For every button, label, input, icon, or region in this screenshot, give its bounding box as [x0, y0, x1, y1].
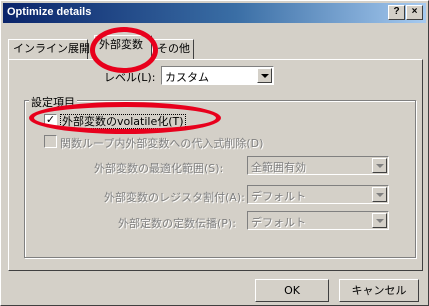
- check-icon: ✓: [45, 113, 56, 126]
- tab-others-label: その他: [157, 42, 190, 55]
- register-alloc-label: 外部変数のレジスタ割付(A):: [104, 191, 245, 204]
- level-dropdown-button[interactable]: [257, 68, 272, 83]
- register-alloc-dropdown-button[interactable]: [372, 187, 387, 202]
- const-propagation-value: デフォルト: [251, 216, 306, 229]
- cancel-button[interactable]: キャンセル: [339, 279, 419, 302]
- chevron-down-icon: [376, 164, 384, 168]
- chevron-down-icon: [376, 193, 384, 197]
- settings-groupbox-title: 設定項目: [29, 94, 77, 110]
- close-button[interactable]: ×: [406, 5, 423, 20]
- const-propagation-select[interactable]: デフォルト: [247, 211, 389, 230]
- const-propagation-dropdown-button[interactable]: [372, 213, 387, 228]
- register-alloc-value: デフォルト: [251, 190, 306, 203]
- title-bar[interactable]: Optimize details ? ×: [3, 3, 426, 23]
- optimize-details-dialog: Optimize details ? × インライン展開 外部変数 その他 レベ…: [0, 0, 429, 306]
- optimize-range-value: 全範囲有効: [251, 161, 306, 174]
- chevron-down-icon: [376, 219, 384, 223]
- volatile-checkbox[interactable]: ✓: [44, 114, 57, 127]
- tab-external-variables[interactable]: 外部変数: [94, 35, 152, 61]
- volatile-label[interactable]: 外部変数のvolatile化(T): [60, 113, 186, 129]
- const-propagation-label: 外部定数の定数伝播(P):: [118, 217, 236, 230]
- window-title: Optimize details: [7, 6, 92, 18]
- chevron-down-icon: [261, 74, 269, 78]
- level-label: レベル(L):: [104, 71, 156, 84]
- ok-button[interactable]: OK: [255, 279, 329, 302]
- volatile-label-text: 外部変数のvolatile化(T): [60, 114, 186, 129]
- tab-others[interactable]: その他: [152, 39, 194, 59]
- optimize-range-select[interactable]: 全範囲有効: [247, 156, 389, 175]
- register-alloc-select[interactable]: デフォルト: [247, 185, 389, 204]
- optimize-range-label: 外部変数の最適化範囲(S):: [94, 162, 224, 175]
- tab-inline-expansion[interactable]: インライン展開: [8, 39, 90, 59]
- level-select[interactable]: カスタム: [161, 66, 274, 85]
- optimize-range-dropdown-button[interactable]: [372, 158, 387, 173]
- remove-assignment-checkbox[interactable]: [44, 135, 57, 148]
- tab-inline-expansion-label: インライン展開: [13, 42, 90, 55]
- tab-external-variables-label: 外部変数: [99, 38, 143, 51]
- remove-assignment-label: 関数ループ内外部変数への代入式削除(D): [60, 137, 264, 150]
- help-button[interactable]: ?: [388, 5, 405, 20]
- level-select-value: カスタム: [165, 71, 209, 84]
